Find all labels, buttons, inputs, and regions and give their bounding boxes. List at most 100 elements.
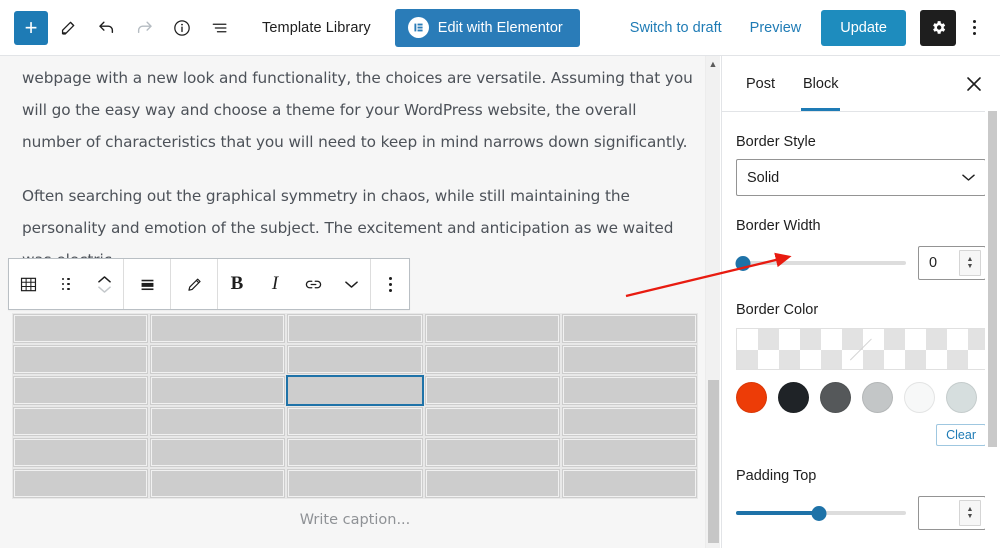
table-cell[interactable] — [423, 406, 561, 437]
color-swatch-dark-gray[interactable] — [820, 382, 851, 413]
table-cell[interactable] — [149, 468, 287, 499]
table-cell[interactable] — [423, 313, 561, 344]
tab-block[interactable]: Block — [789, 56, 852, 111]
table-row[interactable] — [12, 344, 698, 375]
block-options-kebab-menu-icon[interactable] — [371, 259, 409, 309]
padding-top-number-input[interactable]: ▲ ▼ — [918, 496, 986, 530]
table-cell[interactable] — [149, 437, 287, 468]
pencil-edit-icon[interactable] — [171, 259, 217, 309]
table-cell[interactable] — [423, 437, 561, 468]
block-toolbar-group-edit — [171, 259, 218, 309]
table-row[interactable] — [12, 406, 698, 437]
table-row[interactable] — [12, 375, 698, 406]
table-cell[interactable] — [149, 375, 287, 406]
color-swatch-off-white[interactable] — [904, 382, 935, 413]
color-swatch-pale-blue-gray[interactable] — [946, 382, 977, 413]
editor-scrollbar[interactable]: ▲ — [705, 56, 720, 548]
table-cell[interactable] — [286, 406, 424, 437]
slider-track — [736, 261, 906, 265]
add-block-button[interactable]: + — [14, 10, 48, 45]
tab-post[interactable]: Post — [732, 56, 789, 111]
editor-scrollbar-thumb[interactable] — [708, 380, 719, 543]
table-row[interactable] — [12, 313, 698, 344]
color-swatch-light-gray[interactable] — [862, 382, 893, 413]
table-cell[interactable] — [12, 406, 150, 437]
table-cell[interactable] — [12, 375, 150, 406]
table-cell[interactable] — [149, 313, 287, 344]
more-formats-chevron-down-icon[interactable] — [332, 259, 370, 309]
editor-table[interactable] — [12, 313, 698, 499]
table-cell[interactable] — [560, 468, 698, 499]
table-cell[interactable] — [423, 375, 561, 406]
undo-icon[interactable] — [88, 10, 124, 46]
scroll-up-arrow-icon[interactable]: ▲ — [706, 56, 720, 71]
block-settings-sidebar: Post Block Border Style Solid Border Wid… — [721, 56, 1000, 548]
edit-with-elementor-button[interactable]: Edit with Elementor — [394, 8, 580, 47]
more-options-icon[interactable] — [958, 10, 990, 46]
template-library-button[interactable]: Template Library — [262, 20, 371, 36]
preview-button[interactable]: Preview — [736, 14, 816, 42]
list-view-icon[interactable] — [202, 10, 238, 46]
gear-icon[interactable] — [920, 9, 956, 46]
drag-handle-icon[interactable] — [47, 259, 85, 309]
slider-knob[interactable] — [811, 506, 827, 521]
bold-button[interactable]: B — [218, 259, 256, 309]
sidebar-scrollbar[interactable] — [985, 56, 1000, 548]
border-color-palette — [736, 382, 986, 413]
clear-color-button[interactable]: Clear — [936, 424, 986, 446]
border-width-number-input[interactable]: 0 ▲ ▼ — [918, 246, 986, 280]
padding-top-slider[interactable] — [736, 504, 906, 522]
table-cell[interactable] — [12, 344, 150, 375]
align-center-icon[interactable] — [124, 259, 170, 309]
table-cell[interactable] — [286, 313, 424, 344]
table-cell[interactable] — [560, 437, 698, 468]
table-cell[interactable] — [149, 406, 287, 437]
paragraph-block-1[interactable]: webpage with a new look and functionalit… — [22, 56, 698, 158]
table-cell-selected[interactable] — [286, 375, 424, 406]
close-icon[interactable] — [960, 70, 988, 98]
border-width-stepper[interactable]: ▲ ▼ — [959, 250, 981, 276]
table-cell[interactable] — [286, 468, 424, 499]
table-cell[interactable] — [12, 437, 150, 468]
padding-top-stepper[interactable]: ▲ ▼ — [959, 500, 981, 526]
border-width-slider[interactable] — [735, 254, 906, 272]
italic-button[interactable]: I — [256, 259, 294, 309]
table-caption-input[interactable]: Write caption... — [12, 499, 698, 528]
slider-knob[interactable] — [735, 256, 751, 271]
table-cell[interactable] — [560, 406, 698, 437]
color-swatch-near-black[interactable] — [778, 382, 809, 413]
redo-icon[interactable] — [126, 10, 162, 46]
table-block[interactable]: Write caption... — [12, 313, 698, 528]
info-icon[interactable] — [164, 10, 200, 46]
link-icon[interactable] — [294, 259, 332, 309]
block-mover[interactable] — [85, 259, 123, 309]
table-cell[interactable] — [12, 468, 150, 499]
tools-pencil-icon[interactable] — [50, 10, 86, 46]
table-cell[interactable] — [12, 313, 150, 344]
table-cell[interactable] — [423, 468, 561, 499]
toolbar-left-group: + Template Library Edit with Elementor — [0, 8, 580, 47]
block-toolbar-group-align — [124, 259, 171, 309]
color-swatch-orange[interactable] — [736, 382, 767, 413]
table-cell[interactable] — [560, 313, 698, 344]
table-cell[interactable] — [286, 344, 424, 375]
kebab-menu-icon — [972, 20, 976, 35]
update-button[interactable]: Update — [821, 9, 906, 46]
table-row[interactable] — [12, 468, 698, 499]
table-icon[interactable] — [9, 259, 47, 309]
border-style-label: Border Style — [736, 134, 816, 150]
border-width-label: Border Width — [736, 218, 821, 234]
table-cell[interactable] — [560, 375, 698, 406]
table-row[interactable] — [12, 437, 698, 468]
table-cell[interactable] — [560, 344, 698, 375]
table-cell[interactable] — [286, 437, 424, 468]
sidebar-tabs: Post Block — [722, 56, 1000, 112]
border-color-current-swatch[interactable] — [736, 328, 986, 370]
sidebar-scrollbar-thumb[interactable] — [988, 111, 997, 447]
border-style-select[interactable]: Solid — [736, 159, 986, 196]
chevron-down-icon — [97, 285, 111, 293]
table-cell[interactable] — [149, 344, 287, 375]
table-cell[interactable] — [423, 344, 561, 375]
transparent-slash-icon — [849, 338, 873, 361]
switch-to-draft-button[interactable]: Switch to draft — [616, 14, 736, 42]
